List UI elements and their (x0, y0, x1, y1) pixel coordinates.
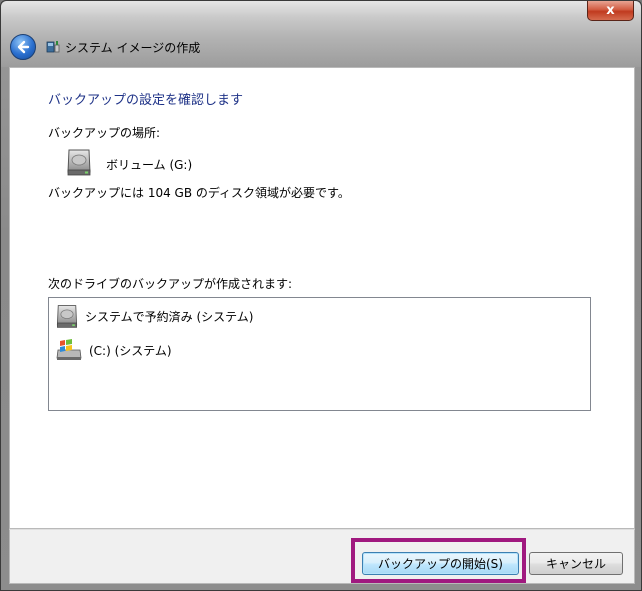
list-item-label: システムで予約済み (システム) (85, 309, 254, 324)
window-title: システム イメージの作成 (65, 41, 201, 55)
hard-drive-icon (67, 149, 91, 176)
list-item-label: (C:) (システム) (89, 343, 172, 358)
windows-drive-icon (56, 339, 82, 360)
highlight-box (351, 538, 526, 583)
backup-app-icon (46, 41, 60, 53)
title-bar (1, 1, 641, 67)
close-button[interactable]: x (587, 1, 634, 21)
size-note: バックアップには 104 GB のディスク領域が必要です。 (48, 186, 350, 200)
cancel-button[interactable]: キャンセル (529, 552, 623, 575)
location-value: ボリューム (G:) (106, 158, 193, 172)
drives-label: 次のドライブのバックアップが作成されます: (48, 277, 293, 291)
back-button[interactable] (10, 34, 36, 60)
page-heading: バックアップの設定を確認します (48, 93, 244, 108)
back-arrow-icon (17, 40, 30, 54)
list-item[interactable]: システムで予約済み (システム) (55, 302, 253, 330)
dialog-window: x システム イメージの作成 バックアップの設定を確認します バックアップの場所… (0, 0, 642, 591)
close-icon: x (606, 3, 615, 18)
list-item[interactable]: (C:) (システム) (55, 336, 172, 364)
hard-drive-icon (56, 305, 78, 328)
location-label: バックアップの場所: (48, 126, 161, 140)
drives-list[interactable]: システムで予約済み (システム) (C:) (システム) (48, 297, 591, 411)
content-panel: バックアップの設定を確認します バックアップの場所: ボリューム (G:) バッ… (9, 67, 635, 529)
